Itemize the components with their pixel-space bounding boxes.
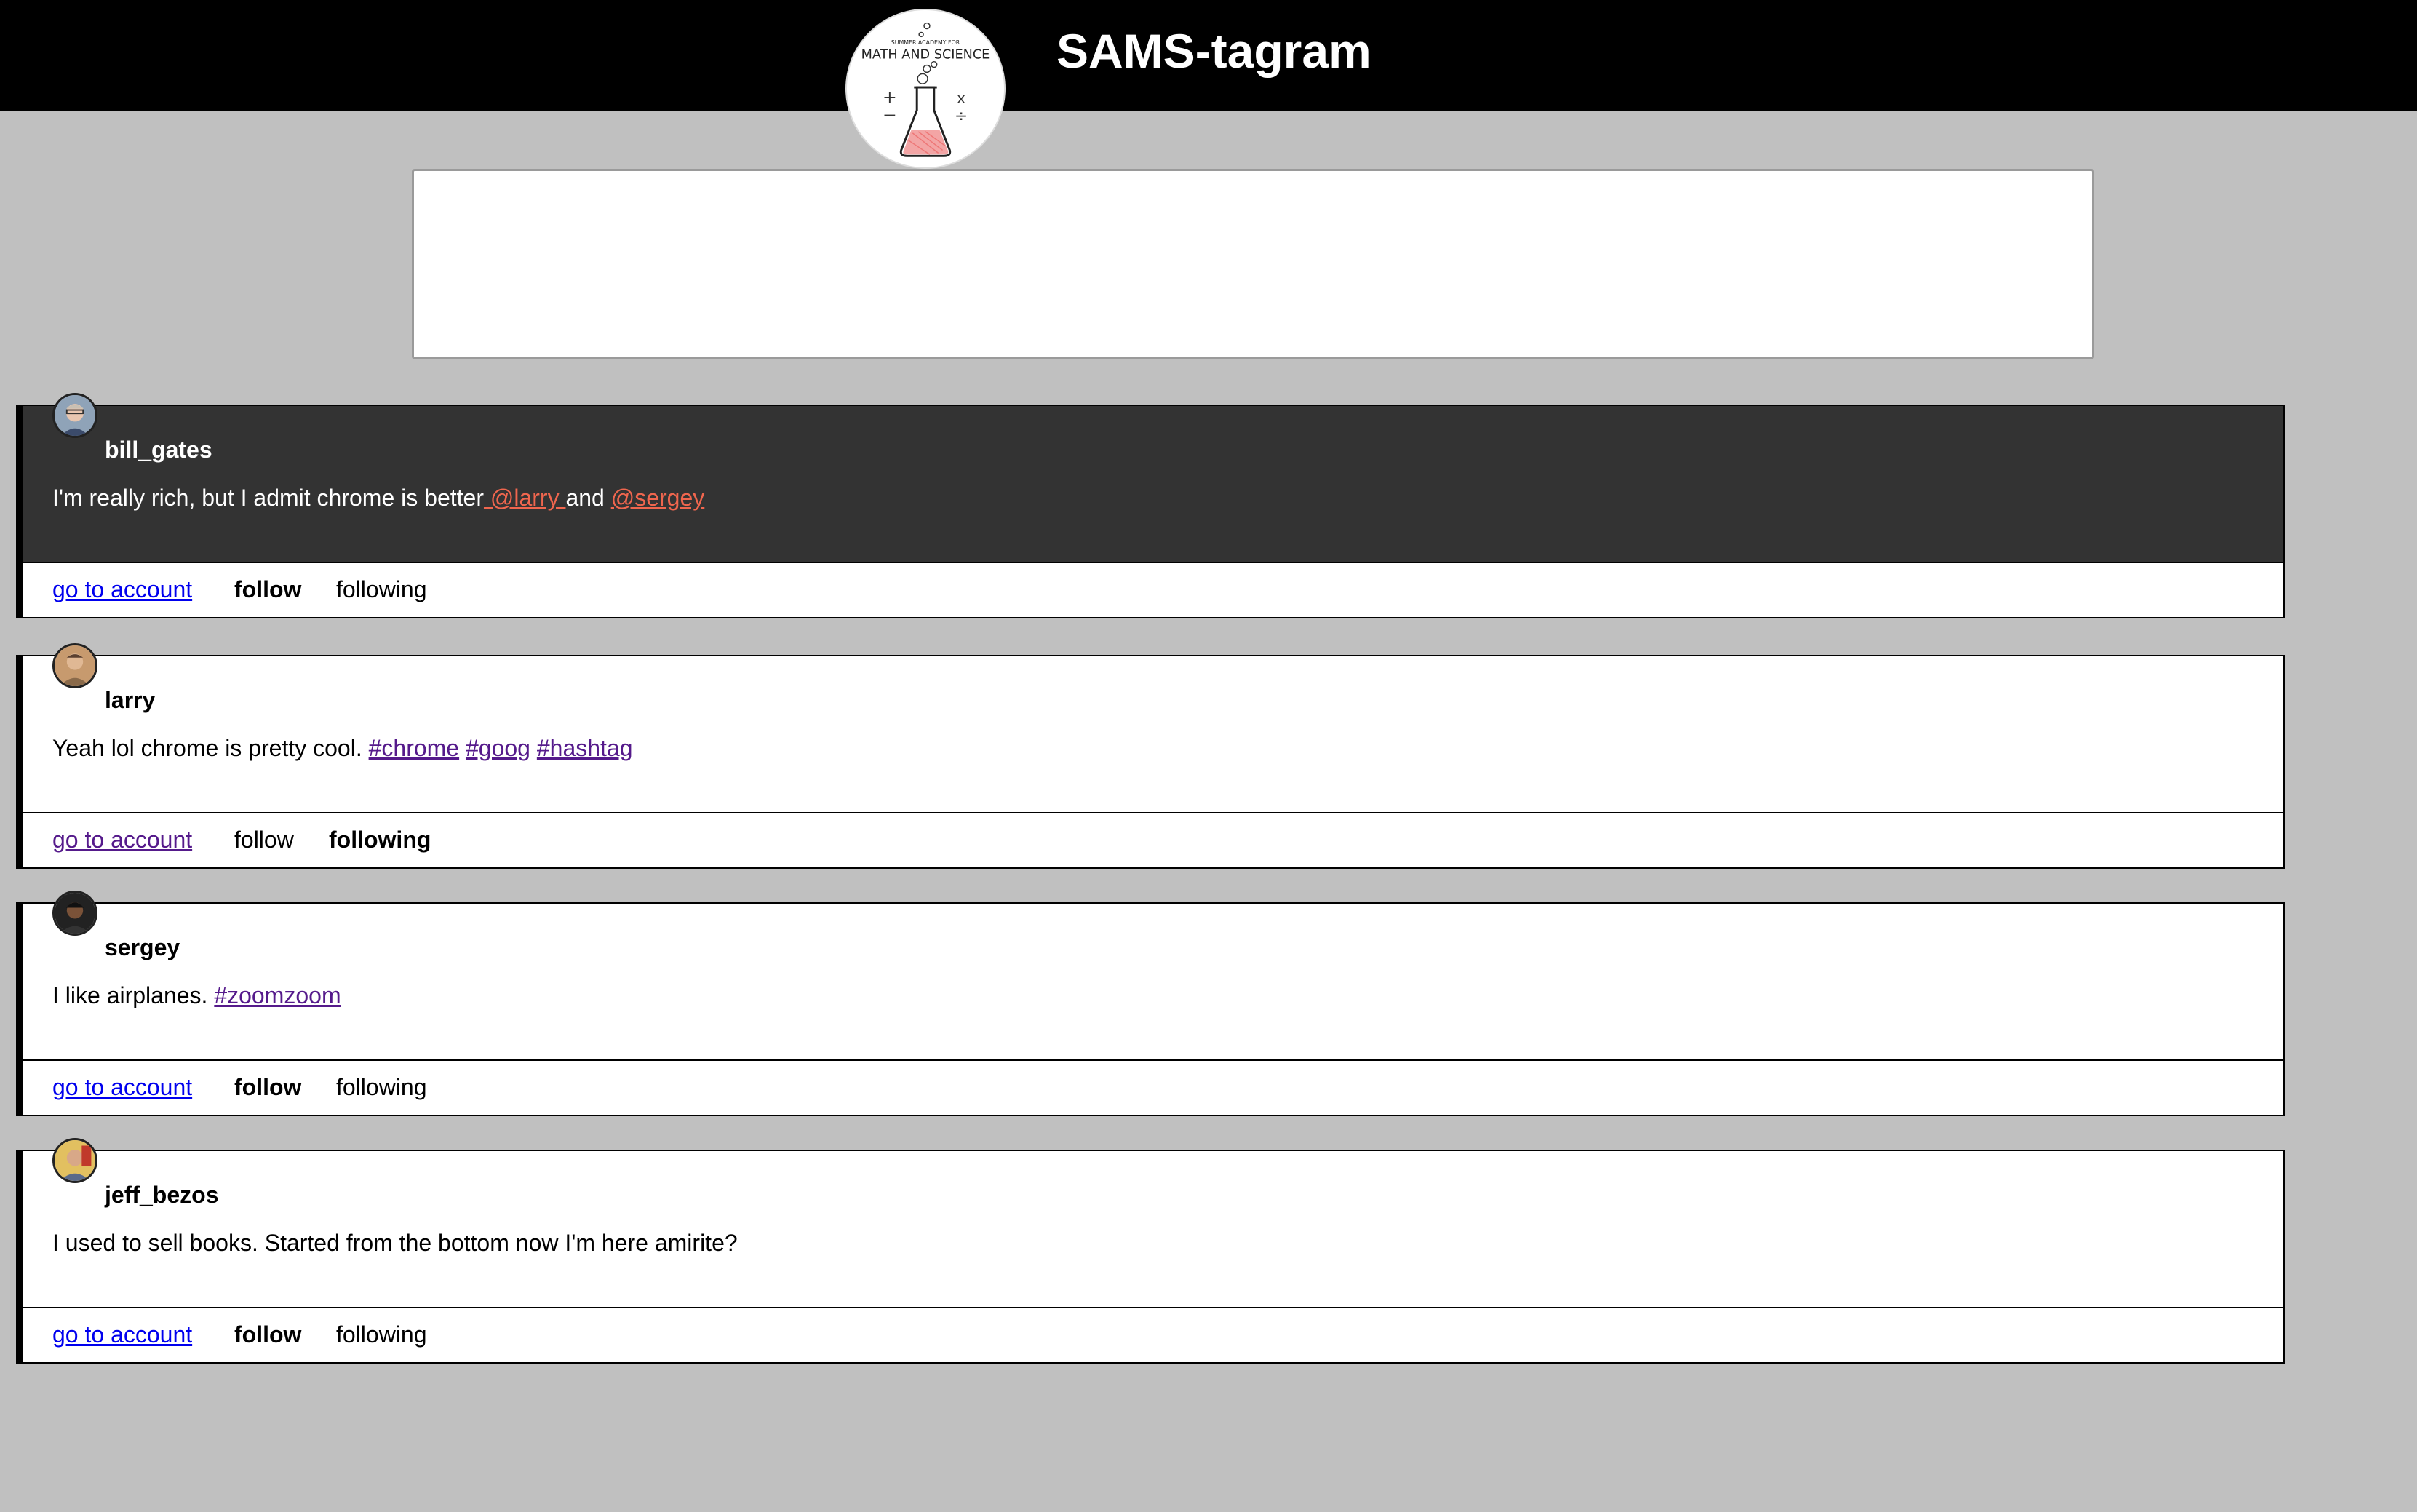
avatar[interactable] [52,643,97,688]
follow-button[interactable]: follow [234,563,301,616]
username[interactable]: bill_gates [105,435,212,464]
post-text-plain: and [565,485,611,511]
avatar[interactable] [52,891,97,936]
following-button[interactable]: following [336,1308,427,1361]
post-text: I used to sell books. Started from the b… [52,1228,738,1257]
svg-text:÷: ÷ [955,107,968,125]
follow-button[interactable]: follow [234,813,294,866]
post-sergey: sergey I like airplanes. #zoomzoom go to… [16,891,2285,1116]
post-body: sergey I like airplanes. #zoomzoom [16,891,2285,1061]
avatar[interactable] [52,393,97,438]
site-title: SAMS-tagram [1056,24,1371,78]
go-to-account-link[interactable]: go to account [52,813,192,866]
username[interactable]: jeff_bezos [105,1180,218,1209]
top-bar: SUMMER ACADEMY FOR MATH AND SCIENCE + − … [0,0,2417,169]
post-text: Yeah lol chrome is pretty cool. #chrome … [52,733,633,763]
svg-text:MATH AND SCIENCE: MATH AND SCIENCE [861,48,990,63]
following-button[interactable]: following [336,563,427,616]
hashtag-link[interactable]: #chrome [369,735,460,761]
post-text-plain: I like airplanes. [52,982,215,1008]
follow-button[interactable]: follow [234,1061,301,1113]
mention-link[interactable]: @larry [484,485,565,511]
post-actions: go to account follow following [16,813,2285,869]
post-text-plain: Yeah lol chrome is pretty cool. [52,735,369,761]
spacer-text [530,735,537,761]
hashtag-link[interactable]: #hashtag [537,735,633,761]
following-button[interactable]: following [329,813,431,866]
follow-button[interactable]: follow [234,1308,301,1361]
compose-input[interactable] [412,169,2094,359]
hashtag-link[interactable]: #goog [466,735,530,761]
logo-text: SUMMER ACADEMY FOR [891,39,960,46]
post-jeff-bezos: jeff_bezos I used to sell books. Started… [16,1138,2285,1364]
post-larry: larry Yeah lol chrome is pretty cool. #c… [16,643,2285,869]
go-to-account-link[interactable]: go to account [52,1308,192,1361]
post-body: larry Yeah lol chrome is pretty cool. #c… [16,643,2285,813]
svg-text:x: x [957,90,965,107]
mention-link[interactable]: @sergey [611,485,705,511]
go-to-account-link[interactable]: go to account [52,1061,192,1113]
following-button[interactable]: following [336,1061,427,1113]
post-actions: go to account follow following [16,1308,2285,1364]
avatar[interactable] [52,1138,97,1183]
username[interactable]: sergey [105,933,180,962]
post-actions: go to account follow following [16,563,2285,618]
go-to-account-link[interactable]: go to account [52,563,192,616]
hashtag-link[interactable]: #zoomzoom [214,982,341,1008]
post-text-plain: I'm really rich, but I admit chrome is b… [52,485,484,511]
post-body: bill_gates I'm really rich, but I admit … [16,393,2285,563]
sams-logo[interactable]: SUMMER ACADEMY FOR MATH AND SCIENCE + − … [845,9,1006,169]
svg-text:−: − [883,105,897,125]
post-bill-gates: bill_gates I'm really rich, but I admit … [16,393,2285,618]
post-text: I'm really rich, but I admit chrome is b… [52,483,704,512]
post-text-plain: I used to sell books. Started from the b… [52,1230,738,1256]
post-text: I like airplanes. #zoomzoom [52,981,341,1010]
post-body: jeff_bezos I used to sell books. Started… [16,1138,2285,1308]
post-actions: go to account follow following [16,1061,2285,1116]
spacer-text [459,735,466,761]
username[interactable]: larry [105,685,155,715]
